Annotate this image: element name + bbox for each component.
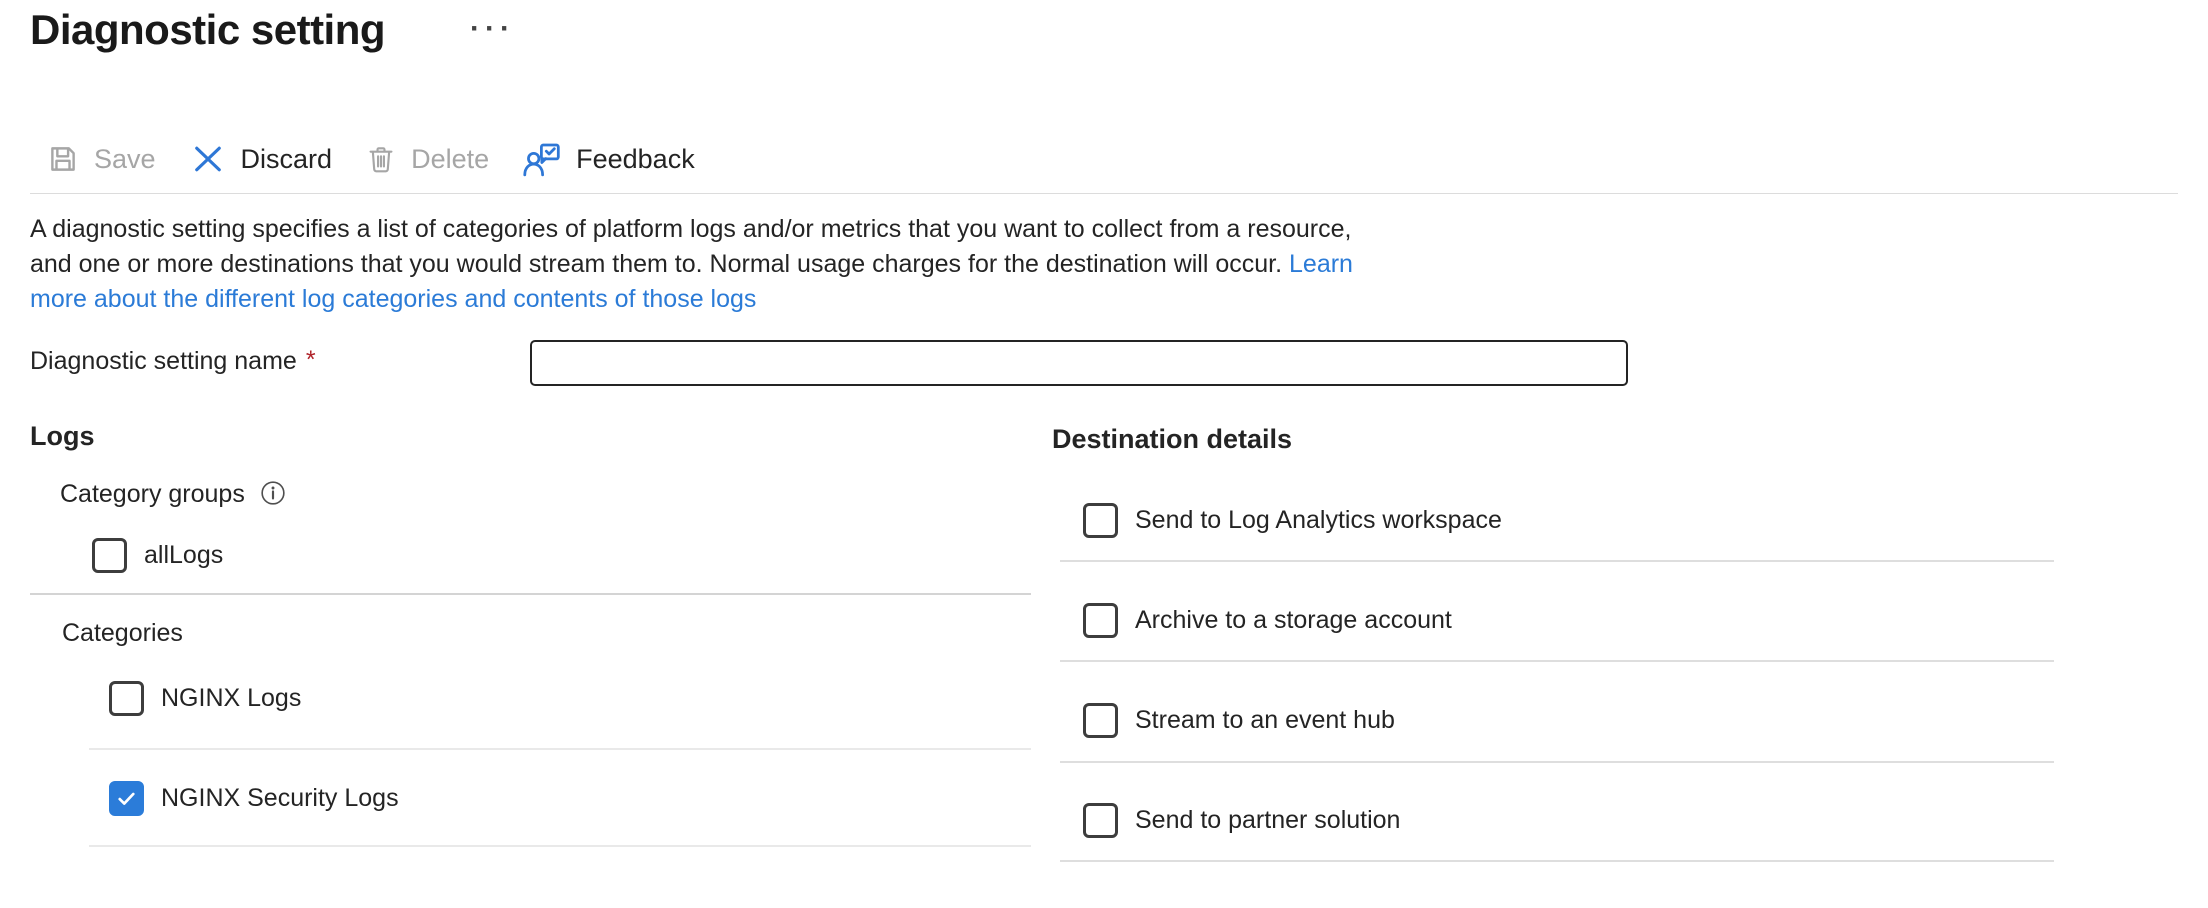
toolbar: Save Discard Delete (46, 134, 695, 184)
nginx-logs-checkbox[interactable] (109, 681, 144, 716)
trash-icon (365, 142, 397, 176)
diagnostic-setting-name-input[interactable] (530, 340, 1628, 386)
stream-to-event-hub-checkbox[interactable] (1083, 703, 1118, 738)
name-field-label: Diagnostic setting name * (30, 347, 316, 376)
destination-row-divider (1060, 660, 2054, 662)
save-button[interactable]: Save (46, 142, 156, 176)
page-title: Diagnostic setting (30, 6, 385, 54)
info-icon[interactable] (260, 480, 286, 511)
save-icon (46, 142, 80, 176)
toolbar-divider (30, 193, 2178, 194)
stream-to-event-hub-row: Stream to an event hub (1083, 703, 1395, 738)
send-to-log-analytics-checkbox[interactable] (1083, 503, 1118, 538)
destination-details-heading: Destination details (1052, 424, 1292, 455)
learn-more-link-continued[interactable]: more about the different log categories … (30, 285, 756, 313)
alllogs-label[interactable]: allLogs (144, 541, 223, 570)
description-line2: and one or more destinations that you wo… (30, 250, 1282, 278)
stream-to-event-hub-label[interactable]: Stream to an event hub (1135, 706, 1395, 735)
categories-label: Categories (62, 619, 183, 648)
learn-more-link[interactable]: Learn (1289, 250, 1353, 278)
send-to-partner-solution-row: Send to partner solution (1083, 803, 1400, 838)
logs-heading: Logs (30, 421, 95, 452)
feedback-icon (522, 141, 562, 178)
send-to-log-analytics-label[interactable]: Send to Log Analytics workspace (1135, 506, 1502, 535)
more-menu-icon[interactable]: ··· (470, 14, 515, 44)
destination-row-divider (1060, 761, 2054, 763)
logs-section-divider (30, 593, 1031, 595)
description-line1: A diagnostic setting specifies a list of… (30, 212, 1353, 247)
delete-button[interactable]: Delete (365, 142, 489, 176)
feedback-button[interactable]: Feedback (522, 141, 695, 178)
nginx-logs-label[interactable]: NGINX Logs (161, 684, 301, 713)
category-groups-label: Category groups (60, 480, 245, 509)
alllogs-row: allLogs (92, 538, 223, 573)
archive-to-storage-label[interactable]: Archive to a storage account (1135, 606, 1452, 635)
send-to-log-analytics-row: Send to Log Analytics workspace (1083, 503, 1502, 538)
feedback-label: Feedback (576, 144, 695, 175)
nginx-security-logs-label[interactable]: NGINX Security Logs (161, 784, 399, 813)
discard-x-icon (189, 141, 227, 177)
delete-label: Delete (411, 144, 489, 175)
send-to-partner-solution-checkbox[interactable] (1083, 803, 1118, 838)
name-field-label-text: Diagnostic setting name (30, 347, 297, 375)
category-row-divider (89, 845, 1031, 847)
destination-row-divider (1060, 560, 2054, 562)
discard-button[interactable]: Discard (189, 141, 333, 177)
required-asterisk: * (306, 346, 316, 374)
send-to-partner-solution-label[interactable]: Send to partner solution (1135, 806, 1400, 835)
destination-row-divider (1060, 860, 2054, 862)
nginx-security-logs-checkbox[interactable] (109, 781, 144, 816)
nginx-logs-row: NGINX Logs (109, 681, 301, 716)
nginx-security-logs-row: NGINX Security Logs (109, 781, 399, 816)
archive-to-storage-checkbox[interactable] (1083, 603, 1118, 638)
category-row-divider (89, 748, 1031, 750)
discard-label: Discard (241, 144, 333, 175)
page-description: A diagnostic setting specifies a list of… (30, 212, 1353, 317)
save-label: Save (94, 144, 156, 175)
alllogs-checkbox[interactable] (92, 538, 127, 573)
archive-to-storage-row: Archive to a storage account (1083, 603, 1452, 638)
